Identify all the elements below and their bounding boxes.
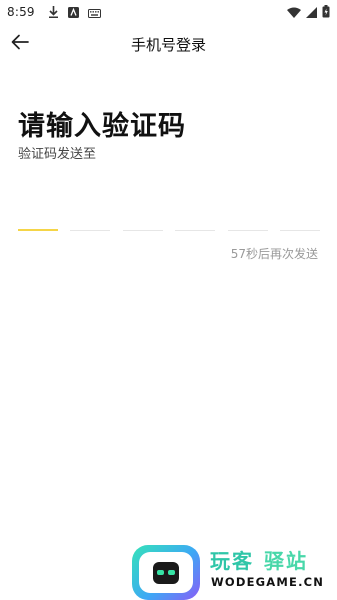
watermark-title: 玩客 驿站 (210, 545, 308, 574)
code-slot[interactable] (279, 205, 320, 231)
app-bar: 手机号登录 (0, 28, 337, 60)
status-bar: 8:59 (0, 0, 337, 24)
status-time: 8:59 (7, 5, 35, 19)
code-slot[interactable] (227, 205, 268, 231)
sent-to-label: 验证码发送至 (18, 147, 97, 162)
watermark-title-part2: 驿站 (264, 549, 308, 573)
watermark: 玩客 驿站 WODEGAME.CN (130, 545, 337, 600)
watermark-domain: WODEGAME.CN (211, 575, 325, 589)
back-button[interactable] (8, 32, 32, 56)
keyboard-icon (87, 3, 101, 22)
watermark-logo-icon (132, 545, 200, 600)
status-right-icons (287, 3, 330, 22)
cellular-signal-icon (306, 3, 317, 22)
wifi-icon (287, 3, 301, 22)
verification-code-input[interactable] (18, 205, 320, 231)
status-left-icons (48, 3, 101, 22)
verification-heading: 请输入验证码 (18, 111, 186, 142)
code-slot[interactable] (18, 205, 58, 231)
app-notification-icon (67, 3, 79, 22)
download-icon (48, 3, 59, 22)
code-slot[interactable] (175, 205, 216, 231)
resend-countdown: 57秒后再次发送 (230, 247, 318, 261)
code-slot[interactable] (122, 205, 163, 231)
battery-icon (322, 3, 330, 22)
login-verification-screen: 8:59 手机号登录 请输入验证码 验证码发送至 57秒后再次发送 玩客 驿站 … (0, 0, 337, 600)
watermark-title-part1: 玩客 (210, 549, 254, 573)
arrow-left-icon (11, 34, 29, 54)
code-slot[interactable] (70, 205, 111, 231)
page-title: 手机号登录 (130, 35, 206, 54)
